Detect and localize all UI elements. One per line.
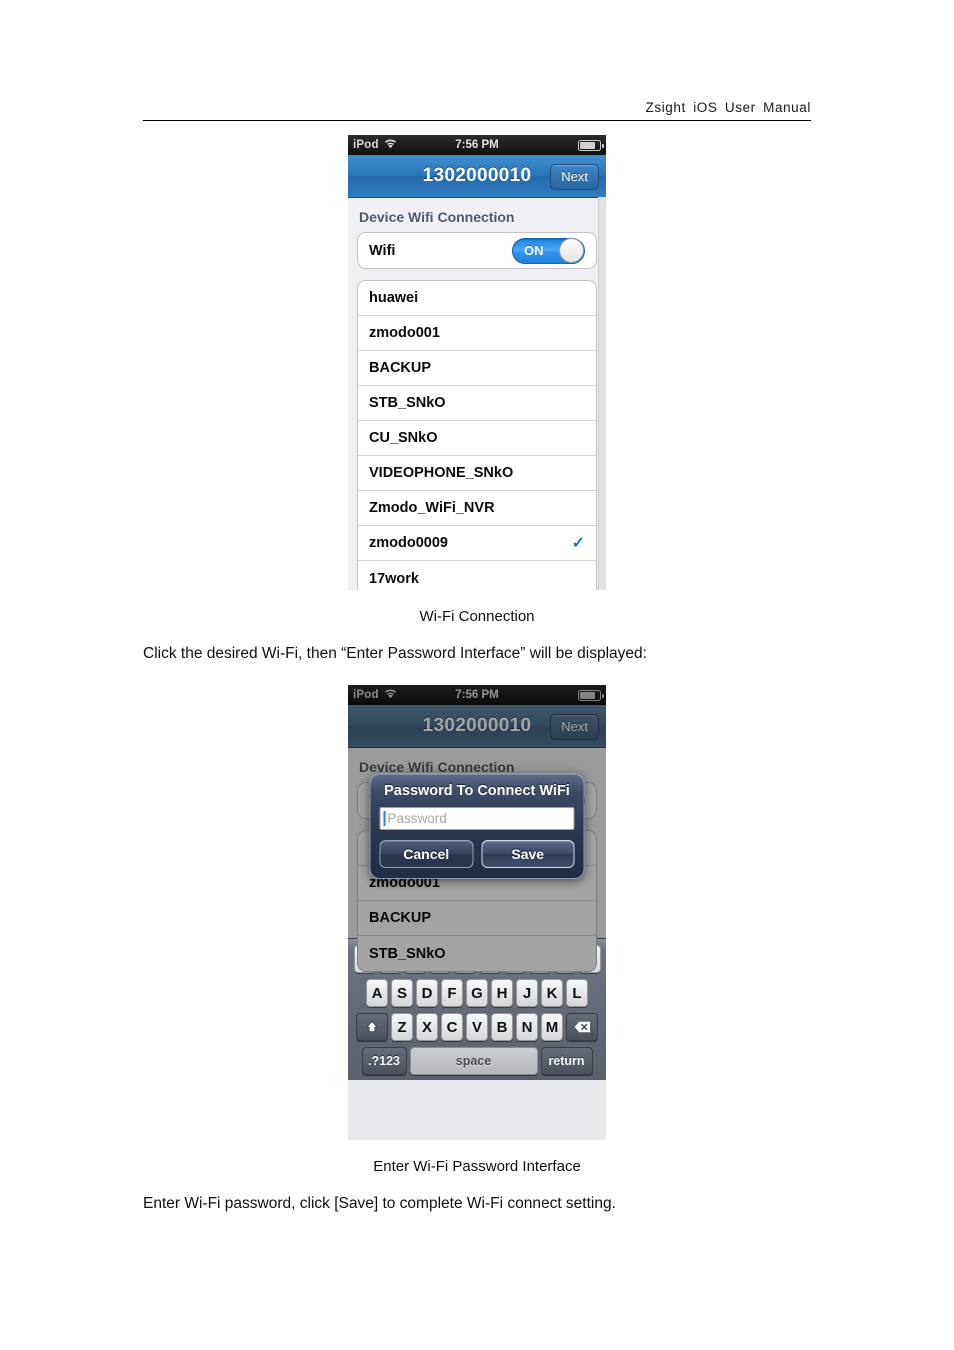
key-c[interactable]: C — [441, 1013, 463, 1041]
wifi-network-name: CU_SNkO — [369, 430, 438, 446]
wifi-network-name: STB_SNkO — [369, 945, 446, 962]
key-b[interactable]: B — [491, 1013, 513, 1041]
key-z[interactable]: Z — [391, 1013, 413, 1041]
settings-content: Device Wifi Connection Wifi ON huawei zmo… — [348, 198, 606, 590]
wifi-network-list[interactable]: huawei zmodo001 BACKUP STB_SNkO CU_SNkO VIDEO… — [357, 280, 597, 590]
wifi-network-name: zmodo0009 — [369, 535, 448, 551]
save-button[interactable]: Save — [481, 840, 575, 868]
key-g[interactable]: G — [466, 979, 488, 1007]
figure-caption-enter-password: Enter Wi-Fi Password Interface — [373, 1158, 581, 1175]
paragraph-enter-password: Enter Wi-Fi password, click [Save] to co… — [143, 1195, 616, 1212]
key-m[interactable]: M — [541, 1013, 563, 1041]
wifi-network-row[interactable]: 17work — [358, 561, 596, 590]
wifi-network-row[interactable]: BACKUP — [358, 901, 596, 936]
backspace-icon[interactable] — [566, 1013, 598, 1041]
toggle-knob — [559, 237, 584, 263]
status-time: 7:56 PM — [455, 139, 499, 151]
key-v[interactable]: V — [466, 1013, 488, 1041]
password-dialog-buttons: Cancel Save — [379, 840, 575, 868]
wifi-network-name: STB_SNkO — [369, 395, 446, 411]
wifi-network-row[interactable]: STB_SNkO — [358, 386, 596, 421]
document-header-rule — [143, 120, 811, 121]
next-button[interactable]: Next — [550, 714, 599, 740]
text-caret — [383, 811, 386, 826]
page-title: 1302000010 — [422, 165, 532, 186]
password-input[interactable]: Password — [379, 807, 575, 830]
page-title: 1302000010 — [422, 715, 532, 736]
next-button[interactable]: Next — [550, 164, 599, 190]
wifi-network-row[interactable]: CU_SNkO — [358, 421, 596, 456]
nav-bar: 1302000010 Next — [348, 705, 606, 748]
numbers-key[interactable]: .?123 — [361, 1047, 407, 1075]
password-input-placeholder: Password — [387, 811, 447, 826]
scrollbar[interactable] — [598, 197, 606, 590]
shift-icon[interactable] — [356, 1013, 388, 1041]
paragraph-click-wifi: Click the desired Wi-Fi, then “Enter Pas… — [143, 645, 647, 662]
wifi-network-row[interactable]: BACKUP — [358, 351, 596, 386]
wifi-network-row[interactable]: VIDEOPHONE_SNkO — [358, 456, 596, 491]
keyboard-row-4: .?123 space return — [350, 1047, 604, 1075]
battery-icon — [578, 139, 604, 151]
keyboard-row-3: ZXCVBNM — [350, 1013, 604, 1041]
wifi-network-row[interactable]: Zmodo_WiFi_NVR — [358, 491, 596, 526]
key-j[interactable]: J — [516, 979, 538, 1007]
password-dialog: Password To Connect WiFi Password Cancel… — [369, 773, 585, 879]
key-a[interactable]: A — [366, 979, 388, 1007]
wifi-network-name: VIDEOPHONE_SNkO — [369, 465, 514, 481]
wifi-network-name: huawei — [369, 290, 419, 306]
cancel-button[interactable]: Cancel — [379, 840, 473, 868]
section-header-device-wifi: Device Wifi Connection — [359, 209, 515, 225]
wifi-network-name: Zmodo_WiFi_NVR — [369, 500, 495, 516]
screenshot-enter-password: iPod 7:56 PM 1302000010 Next Device Wifi… — [348, 685, 606, 1140]
document-header: Zsight iOS User Manual — [143, 100, 811, 121]
wifi-network-name: 17work — [369, 570, 419, 587]
figure-caption-wifi-connection: Wi-Fi Connection — [419, 608, 535, 625]
return-key[interactable]: return — [540, 1047, 593, 1075]
wifi-network-row[interactable]: STB_SNkO — [358, 936, 596, 971]
wifi-network-name: BACKUP — [369, 910, 432, 926]
space-key[interactable]: space — [409, 1047, 538, 1075]
checkmark-icon: ✓ — [571, 535, 585, 552]
document-header-title: Zsight iOS User Manual — [645, 100, 811, 115]
wifi-network-row[interactable]: zmodo0009 ✓ — [358, 526, 596, 561]
password-dialog-title: Password To Connect WiFi — [384, 783, 570, 799]
wifi-toggle-switch[interactable]: ON — [512, 237, 585, 264]
key-s[interactable]: S — [391, 979, 413, 1007]
wifi-toggle-card: Wifi ON — [357, 232, 597, 269]
status-time: 7:56 PM — [455, 689, 499, 701]
key-l[interactable]: L — [566, 979, 588, 1007]
battery-icon — [578, 689, 604, 701]
key-x[interactable]: X — [416, 1013, 438, 1041]
status-bar: iPod 7:56 PM — [348, 135, 606, 155]
keyboard-row-2: ASDFGHJKL — [350, 979, 604, 1007]
nav-bar: 1302000010 Next — [348, 155, 606, 198]
key-f[interactable]: F — [441, 979, 463, 1007]
key-d[interactable]: D — [416, 979, 438, 1007]
key-h[interactable]: H — [491, 979, 513, 1007]
keyboard-letters-row-3: ZXCVBNM — [391, 1013, 563, 1041]
wifi-network-name: zmodo001 — [369, 325, 440, 341]
wifi-toggle-row[interactable]: Wifi ON — [358, 233, 596, 268]
wifi-toggle-state: ON — [524, 242, 544, 258]
key-k[interactable]: K — [541, 979, 563, 1007]
screenshot-wifi-connection: iPod 7:56 PM 1302000010 Next Device Wifi… — [348, 135, 606, 590]
wifi-network-row[interactable]: huawei — [358, 281, 596, 316]
status-bar: iPod 7:56 PM — [348, 685, 606, 705]
wifi-network-name: BACKUP — [369, 360, 432, 376]
wifi-toggle-label: Wifi — [369, 242, 396, 259]
key-n[interactable]: N — [516, 1013, 538, 1041]
wifi-network-row[interactable]: zmodo001 — [358, 316, 596, 351]
